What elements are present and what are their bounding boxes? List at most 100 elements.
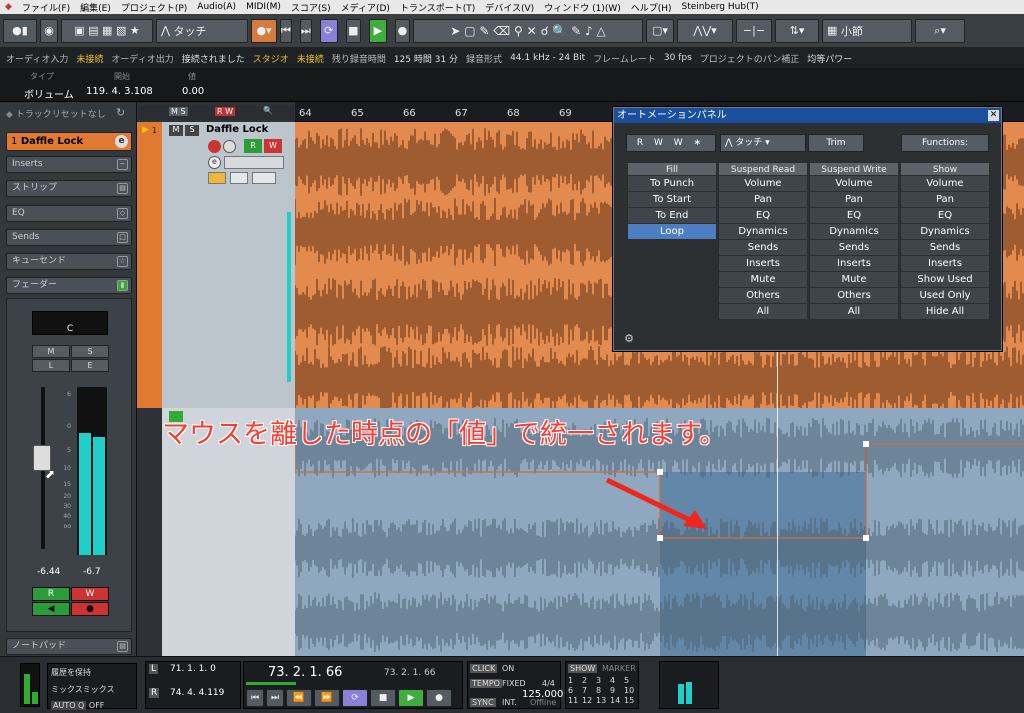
tempo-button[interactable]: TEMPO [470, 679, 502, 688]
suspend-write-mute[interactable]: Mute [809, 272, 899, 288]
menu-score[interactable]: スコア(S) [286, 1, 336, 14]
sync-button[interactable]: SYNC [470, 698, 496, 707]
suspend-read-eq[interactable]: EQ [718, 208, 808, 224]
global-rw-button[interactable]: R W [215, 107, 236, 116]
panel-mode-buttons[interactable]: R W W ∗ [626, 134, 716, 152]
transport-cycle-button[interactable]: ⟳ [342, 689, 368, 707]
record-enable-button[interactable]: ● [71, 602, 109, 616]
suspend-write-others[interactable]: Others [809, 288, 899, 304]
close-icon[interactable]: ✕ [988, 110, 999, 121]
suspend-write-eq[interactable]: EQ [809, 208, 899, 224]
undo-history-box[interactable]: 履歴を保持 ミックスミックス AUTO Q OFF [47, 663, 137, 710]
track-lanes-button[interactable] [252, 172, 276, 184]
suspend-read-mute[interactable]: Mute [718, 272, 808, 288]
track-lock-button[interactable] [208, 172, 226, 184]
suspend-read-dynamics[interactable]: Dynamics [718, 224, 808, 240]
menu-hub[interactable]: Steinberg Hub(T) [677, 2, 764, 12]
value-value[interactable]: 0.00 [182, 86, 204, 97]
menu-file[interactable]: ファイル(F) [17, 1, 75, 14]
fill-loop[interactable]: Loop [627, 224, 717, 240]
quantize-select[interactable]: ⋀⋁▾ [677, 18, 733, 43]
goto-end-button[interactable]: ⏭ [299, 18, 312, 43]
menu-transport[interactable]: トランスポート(T) [395, 1, 480, 14]
record-button[interactable]: ● [394, 18, 410, 43]
suspend-read-others[interactable]: Others [718, 288, 808, 304]
track-record-enable[interactable] [208, 140, 221, 153]
left-locator-value[interactable]: 71. 1. 1. 0 [170, 664, 216, 674]
track-write-button[interactable]: W [264, 139, 282, 153]
gear-icon[interactable]: ⚙ [620, 332, 638, 346]
show-hide-all[interactable]: Hide All [900, 304, 990, 320]
transport-play-button[interactable]: ▶ [398, 689, 424, 707]
rewind-button[interactable]: ⏪ [286, 689, 312, 707]
snap-type-select[interactable]: ⇅▾ [775, 18, 819, 43]
functions-button[interactable]: Functions: [901, 134, 989, 152]
menu-devices[interactable]: デバイス(V) [480, 1, 539, 14]
stop-button[interactable]: ■ [345, 18, 361, 43]
track-name[interactable]: Daffle Lock [206, 124, 268, 135]
fill-to-start[interactable]: To Start [627, 192, 717, 208]
show-used[interactable]: Show Used [900, 272, 990, 288]
refresh-icon[interactable]: ↻ [116, 106, 125, 119]
track-search-icon[interactable]: 🔍 [263, 106, 273, 115]
suspend-read-all[interactable]: All [718, 304, 808, 320]
menu-project[interactable]: プロジェクト(P) [116, 1, 192, 14]
section-notepad[interactable]: ノートパッド ▤ [6, 638, 132, 655]
panel-mode-select[interactable]: ⋀ タッチ ▾ [720, 134, 806, 152]
show-sends[interactable]: Sends [900, 240, 990, 256]
pan-control[interactable]: C [32, 311, 108, 335]
show-volume[interactable]: Volume [900, 176, 990, 192]
left-locator-label[interactable]: L [149, 664, 159, 674]
show-inserts[interactable]: Inserts [900, 256, 990, 272]
track-solo-button[interactable]: S [185, 125, 199, 136]
write-button[interactable]: W [71, 587, 109, 601]
automation-node[interactable] [863, 441, 869, 447]
track-edit-icon[interactable]: e [208, 156, 221, 169]
monitor-button[interactable]: ◀ [32, 602, 70, 616]
track-read-button[interactable]: R [244, 139, 262, 153]
suspend-read-sends[interactable]: Sends [718, 240, 808, 256]
start-value[interactable]: 119. 4. 3.108 [86, 86, 153, 97]
section-inserts[interactable]: Inserts − [6, 156, 132, 173]
window-layout-buttons[interactable]: ▣ ▤ ▦ ▧ ★ [61, 18, 153, 43]
time-signature[interactable]: 4/4 [542, 679, 555, 688]
snap-toggle[interactable]: −|− [736, 18, 772, 43]
transport-stop-button[interactable]: ■ [370, 689, 396, 707]
track-row[interactable]: ▶ 1 M S Daffle Lock R W e [142, 122, 295, 408]
section-cue-sends[interactable]: キューセンド ☆ [6, 253, 132, 270]
section-fader[interactable]: フェーダー ▮ [6, 277, 132, 294]
forward-button[interactable]: ⏩ [314, 689, 340, 707]
solo-button[interactable]: S [71, 345, 109, 358]
mute-button[interactable]: M [32, 345, 70, 358]
show-used-only[interactable]: Used Only [900, 288, 990, 304]
edit-channel-icon[interactable]: e [115, 135, 128, 148]
transport-record-button[interactable]: ● [426, 689, 452, 707]
grid-select[interactable]: ▦ 小節 [822, 18, 912, 43]
menu-media[interactable]: メディア(D) [336, 1, 395, 14]
secondary-time[interactable]: 73. 2. 1. 66 [384, 668, 436, 678]
menu-midi[interactable]: MIDI(M) [241, 2, 286, 12]
listen-button[interactable]: L [32, 359, 70, 372]
tool-buttons[interactable]: ➤ ▢ ✎ ⌫ ⚲ ✕ ☌ 🔍 ✎ ♪ △ [413, 18, 643, 43]
suspend-write-volume[interactable]: Volume [809, 176, 899, 192]
primary-time[interactable]: 73. 2. 1. 66 [268, 665, 342, 680]
app-icon[interactable]: ◆ [0, 2, 17, 12]
play-button[interactable]: ▶ [368, 18, 387, 43]
show-pan[interactable]: Pan [900, 192, 990, 208]
section-strip[interactable]: ストリップ ▤ [6, 180, 132, 197]
suspend-read-volume[interactable]: Volume [718, 176, 808, 192]
trim-button[interactable]: Trim [808, 134, 864, 152]
edit-button[interactable]: E [71, 359, 109, 372]
cycle-button[interactable]: ⟳ [319, 18, 338, 43]
transport-end-button[interactable]: ⏭ [266, 689, 284, 707]
track-controls[interactable] [224, 156, 284, 169]
track-monitor[interactable] [223, 140, 236, 153]
auto-q-label[interactable]: AUTO Q [51, 701, 87, 710]
suspend-read-pan[interactable]: Pan [718, 192, 808, 208]
show-eq[interactable]: EQ [900, 208, 990, 224]
automation-node[interactable] [657, 535, 663, 541]
right-locator-label[interactable]: R [149, 688, 160, 698]
volume-left-readout[interactable]: -6.44 [37, 567, 60, 577]
suspend-write-pan[interactable]: Pan [809, 192, 899, 208]
color-button[interactable]: ▢▾ [646, 18, 674, 43]
